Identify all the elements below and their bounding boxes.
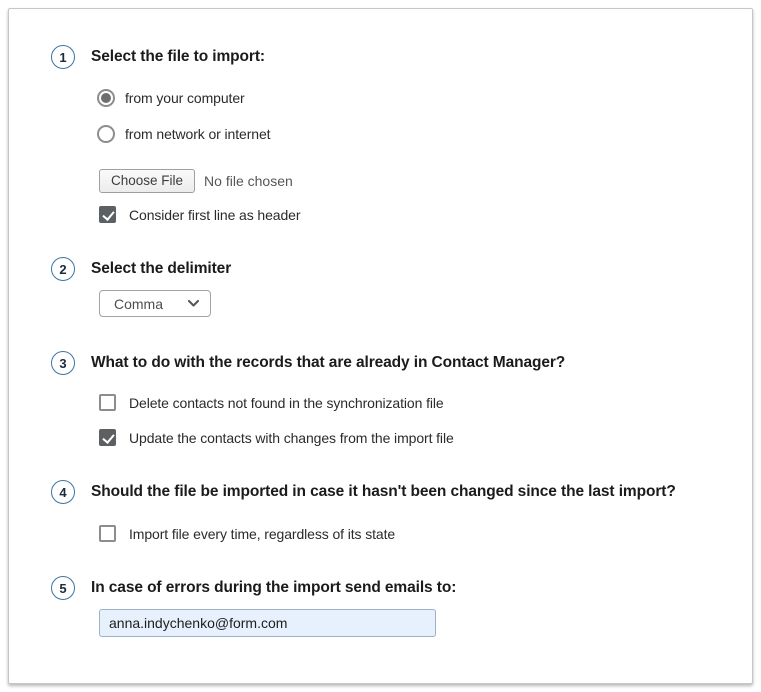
radio-option-from-network[interactable]: from network or internet (97, 125, 714, 143)
step-4-title: Should the file be imported in case it h… (91, 480, 714, 504)
delimiter-select[interactable]: Comma (99, 290, 211, 317)
step-4-unchanged-file: 4 Should the file be imported in case it… (51, 480, 714, 542)
checkbox-icon[interactable] (99, 429, 116, 446)
radio-icon[interactable] (97, 125, 115, 143)
delimiter-selected-value: Comma (114, 296, 163, 312)
checkbox-label-update-contacts: Update the contacts with changes from th… (129, 430, 454, 446)
checkbox-delete-contacts[interactable]: Delete contacts not found in the synchro… (99, 394, 714, 411)
checkbox-first-line-header[interactable]: Consider first line as header (99, 206, 714, 223)
checkbox-update-contacts[interactable]: Update the contacts with changes from th… (99, 429, 714, 446)
step-3-existing-records: 3 What to do with the records that are a… (51, 351, 714, 446)
checkbox-import-every-time[interactable]: Import file every time, regardless of it… (99, 525, 714, 542)
file-chosen-status: No file chosen (204, 173, 293, 189)
radio-label-from-network: from network or internet (125, 126, 270, 142)
step-4-number-badge: 4 (51, 480, 75, 504)
checkbox-icon[interactable] (99, 394, 116, 411)
step-5-title: In case of errors during the import send… (91, 576, 714, 600)
checkbox-label-import-every-time: Import file every time, regardless of it… (129, 526, 395, 542)
step-5-number-badge: 5 (51, 576, 75, 600)
error-emails-input[interactable] (99, 609, 436, 637)
step-3-number-badge: 3 (51, 351, 75, 375)
step-3-title: What to do with the records that are alr… (91, 351, 714, 375)
checkbox-label-first-line-header: Consider first line as header (129, 207, 300, 223)
file-picker-row: Choose File No file chosen (99, 169, 714, 193)
step-5-error-emails: 5 In case of errors during the import se… (51, 576, 714, 637)
radio-option-from-computer[interactable]: from your computer (97, 89, 714, 107)
checkbox-icon[interactable] (99, 525, 116, 542)
radio-icon[interactable] (97, 89, 115, 107)
step-2-title: Select the delimiter (91, 257, 714, 281)
checkbox-label-delete-contacts: Delete contacts not found in the synchro… (129, 395, 444, 411)
chevron-down-icon (188, 300, 199, 307)
step-1-title: Select the file to import: (91, 45, 714, 69)
radio-label-from-computer: from your computer (125, 90, 245, 106)
import-settings-card: 1 Select the file to import: from your c… (8, 8, 753, 684)
step-1-file-source: 1 Select the file to import: from your c… (51, 45, 714, 223)
checkbox-icon[interactable] (99, 206, 116, 223)
step-1-number-badge: 1 (51, 45, 75, 69)
choose-file-button[interactable]: Choose File (99, 169, 195, 193)
step-2-number-badge: 2 (51, 257, 75, 281)
step-2-delimiter: 2 Select the delimiter Comma (51, 257, 714, 317)
